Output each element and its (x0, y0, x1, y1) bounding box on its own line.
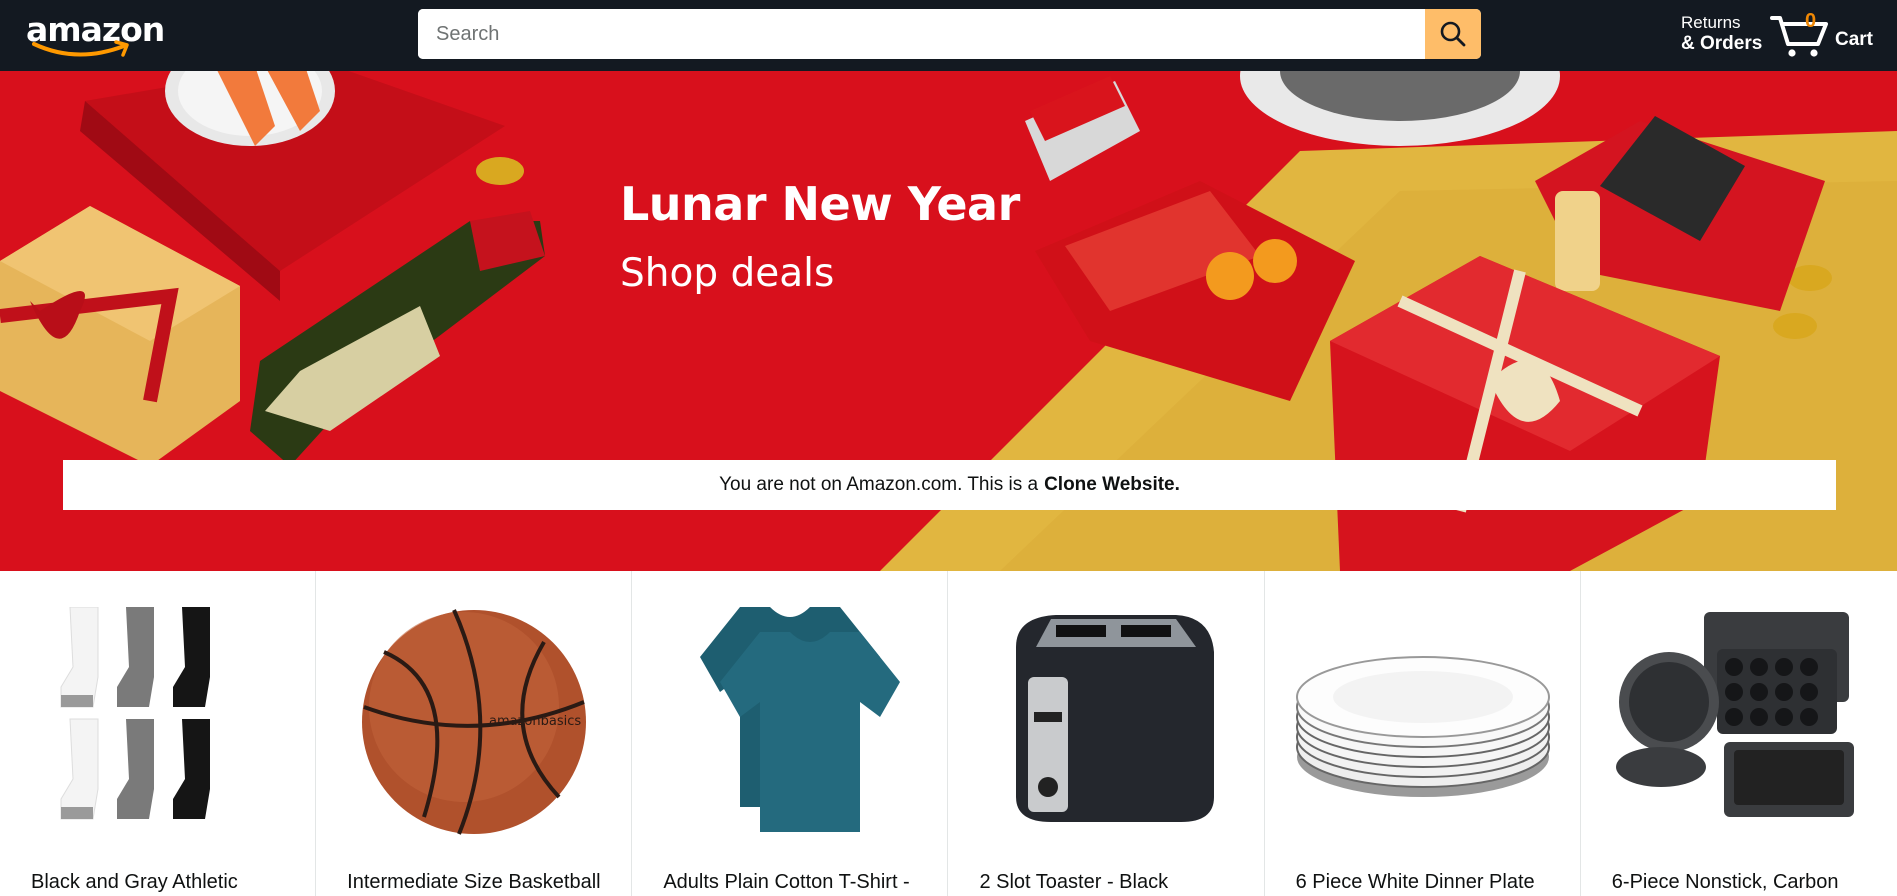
returns-label: Returns (1681, 13, 1741, 32)
product-card[interactable]: 6 Piece White Dinner Plate (1265, 571, 1581, 896)
clone-notice-banner: You are not on Amazon.com. This is a Clo… (63, 460, 1836, 510)
toaster-image (1016, 615, 1215, 822)
hero-banner[interactable]: Lunar New Year Shop deals You are not on… (0, 71, 1897, 571)
product-card[interactable]: Black and Gray Athletic (0, 571, 317, 896)
tshirt-image (700, 607, 901, 832)
bakeware-image (1615, 612, 1854, 817)
product-card[interactable]: 2 Slot Toaster - Black (948, 571, 1265, 896)
product-card[interactable]: amazonbasics Intermediate Size Basketbal… (316, 571, 633, 896)
product-title[interactable]: Adults Plain Cotton T-Shirt - (663, 871, 909, 894)
cart-icon (1770, 16, 1828, 57)
product-title[interactable]: Black and Gray Athletic (31, 871, 238, 894)
search-icon (1440, 21, 1466, 47)
product-title[interactable]: 2 Slot Toaster - Black (979, 871, 1168, 894)
hero-title: Lunar New Year (620, 177, 1020, 231)
notice-text: You are not on Amazon.com. This is a (719, 474, 1039, 495)
basketball-image: amazonbasics (362, 609, 587, 835)
product-title[interactable]: 6-Piece Nonstick, Carbon (1612, 871, 1839, 894)
top-nav-bar: amazon Returns & Orders 0 Cart (0, 0, 1897, 71)
cart-label: Cart (1835, 29, 1874, 50)
cart-link[interactable]: 0 Cart (1770, 8, 1880, 60)
notice-bold-text: Clone Website. (1044, 474, 1180, 495)
logo-smile-icon (32, 40, 129, 57)
product-card[interactable]: Adults Plain Cotton T-Shirt - (632, 571, 949, 896)
cart-count-badge: 0 (1805, 10, 1817, 32)
search-input[interactable] (418, 9, 1425, 59)
amazon-logo[interactable]: amazon (26, 10, 165, 58)
search-bar (418, 9, 1481, 59)
socks-image (60, 607, 210, 820)
orders-label: & Orders (1681, 33, 1763, 54)
product-row: Black and Gray Athletic amazonbasics Int… (0, 571, 1897, 896)
returns-orders-link[interactable]: Returns & Orders (1681, 12, 1762, 54)
hero-subtitle[interactable]: Shop deals (620, 251, 834, 296)
plates-image (1295, 656, 1550, 797)
search-button[interactable] (1425, 9, 1481, 59)
product-card[interactable]: 6-Piece Nonstick, Carbon (1581, 571, 1897, 896)
product-title[interactable]: Intermediate Size Basketball (347, 871, 600, 894)
svg-text:amazonbasics: amazonbasics (489, 714, 581, 729)
product-title[interactable]: 6 Piece White Dinner Plate (1296, 871, 1535, 894)
